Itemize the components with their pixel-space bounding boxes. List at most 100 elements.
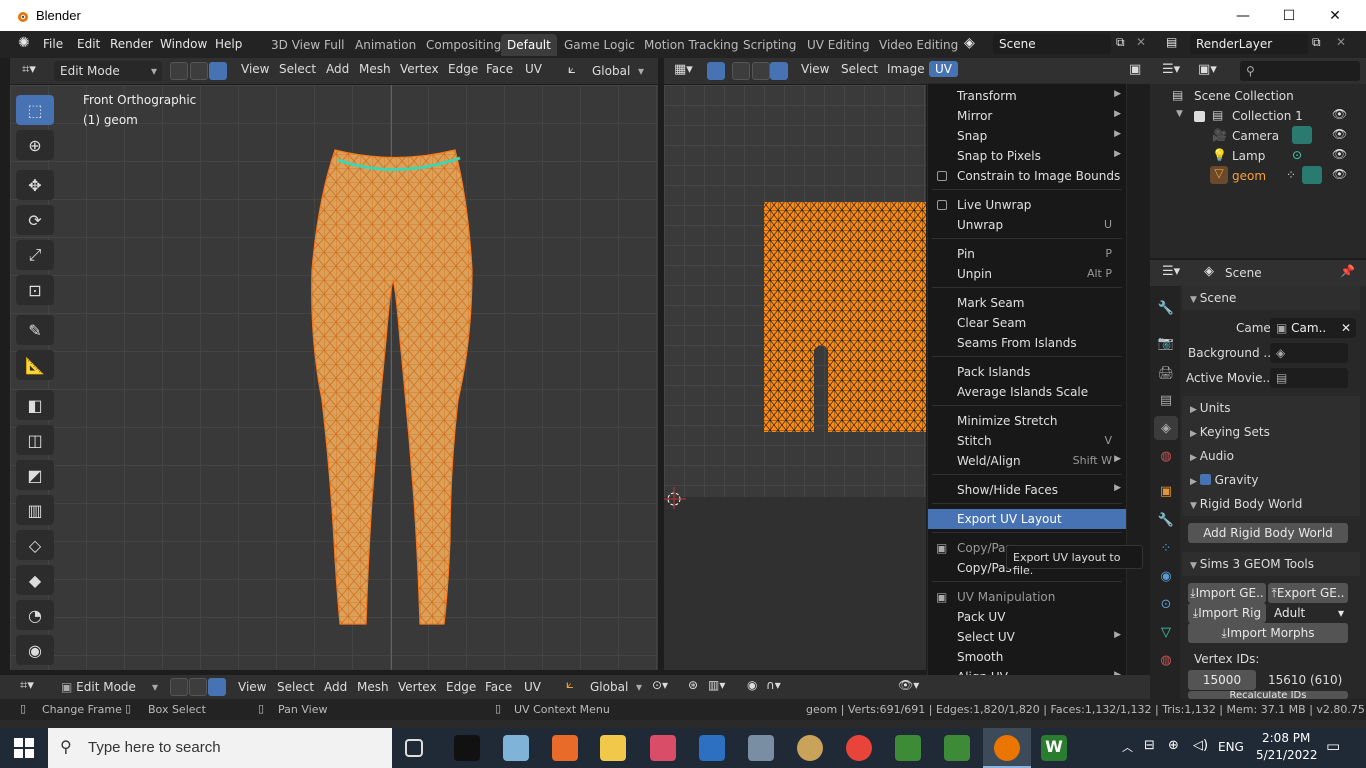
constraints-tab-icon[interactable]: ⊙	[1154, 592, 1178, 616]
background-field[interactable]: ◈	[1270, 343, 1348, 363]
camera-field[interactable]: ▣ Cam.. ✕	[1270, 318, 1356, 338]
face-select-icon[interactable]	[209, 62, 227, 80]
menu-show-hide-faces[interactable]: Show/Hide Faces ▶	[928, 480, 1126, 500]
particles-tab-icon[interactable]: ⁘	[1154, 536, 1178, 560]
bottom-menu-vertex[interactable]: Vertex	[398, 680, 437, 694]
uv-islands[interactable]	[762, 200, 926, 432]
bottom-menu-face[interactable]: Face	[485, 680, 512, 694]
outliner-row-collection-1[interactable]: ▼ ▤ Collection 1 👁	[1150, 106, 1366, 126]
maximize-button[interactable]: ☐	[1266, 0, 1312, 31]
sims-app-icon[interactable]	[895, 735, 921, 761]
import-rig-button[interactable]: ⤓ Import Rig	[1188, 603, 1266, 623]
bottom-orientation-select[interactable]: Global ▾	[584, 677, 644, 697]
knife-tool-icon[interactable]: ◇	[16, 530, 54, 560]
audio-panel[interactable]: ▶ Audio	[1182, 444, 1360, 468]
uv-menu-select[interactable]: Select	[841, 62, 878, 76]
output-tab-icon[interactable]: 🖨	[1154, 361, 1178, 385]
bottom-menu-mesh[interactable]: Mesh	[357, 680, 389, 694]
renderlayer-icon[interactable]: ▤	[1166, 35, 1177, 49]
view3d-menu-edge[interactable]: Edge	[448, 62, 478, 76]
sims-geom-panel[interactable]: ▼ Sims 3 GEOM Tools	[1182, 552, 1360, 576]
snap-target-icon[interactable]: ▥▾	[708, 678, 725, 692]
blender-taskbar-button[interactable]	[983, 728, 1031, 768]
view3d-menu-select[interactable]: Select	[279, 62, 316, 76]
uv-menu-image[interactable]: Image	[887, 62, 925, 76]
mesh-data-icon[interactable]	[1302, 166, 1322, 184]
menu-export-uv-layout[interactable]: Export UV Layout	[928, 509, 1126, 529]
uv-edge-select-icon[interactable]	[752, 62, 770, 80]
scene-field[interactable]: Scene	[993, 34, 1111, 54]
volume-icon[interactable]: ◁)	[1193, 738, 1208, 753]
render-tab-icon[interactable]: 📷	[1154, 331, 1178, 355]
menu-snap[interactable]: Snap ▶	[928, 126, 1126, 146]
uv-sync-icon[interactable]	[707, 62, 725, 80]
physics-tab-icon[interactable]: ◉	[1154, 564, 1178, 588]
world-tab-icon[interactable]: ◍	[1154, 444, 1178, 468]
scene-tab-icon[interactable]: ◈	[1154, 416, 1178, 440]
smooth-tool-icon[interactable]: ◉	[16, 635, 54, 665]
language-indicator[interactable]: ENG	[1218, 740, 1244, 754]
polybuild-tool-icon[interactable]: ◆	[16, 565, 54, 595]
viewport-visibility-icon[interactable]: 👁▾	[898, 678, 919, 692]
image-icon[interactable]: ▣	[1129, 62, 1141, 77]
menu-clear-seam[interactable]: Clear Seam	[928, 313, 1126, 333]
uv-viewport[interactable]	[664, 85, 926, 670]
notepad-app-icon[interactable]	[503, 735, 529, 761]
light-data-icon[interactable]: ⊙	[1292, 148, 1302, 162]
menu-edit[interactable]: Edit	[77, 37, 100, 51]
bottom-mode-select[interactable]: ▣ Edit Mode ▾	[55, 677, 163, 697]
gravity-checkbox-icon[interactable]	[1199, 474, 1211, 485]
view3d-menu-vertex[interactable]: Vertex	[400, 62, 439, 76]
tab-motion-tracking[interactable]: Motion Tracking	[638, 34, 744, 56]
uv-vertex-select-icon[interactable]	[732, 62, 750, 80]
orientation-select[interactable]: Global ▾	[586, 61, 646, 81]
camera-data-icon[interactable]	[1292, 126, 1312, 144]
view3d-menu-face[interactable]: Face	[486, 62, 513, 76]
active-movie-field[interactable]: ▤	[1270, 368, 1348, 388]
keying-sets-panel[interactable]: ▶ Keying Sets	[1182, 420, 1360, 444]
eye-icon[interactable]: 👁	[1332, 167, 1347, 181]
network-icon[interactable]: ⊕	[1168, 738, 1179, 753]
bottom-menu-uv[interactable]: UV	[524, 680, 541, 694]
snap-icon[interactable]: ⊛	[688, 678, 698, 692]
uv-face-select-icon[interactable]	[770, 62, 788, 80]
new-scene-icon[interactable]: ⧉	[1116, 35, 1125, 50]
view3d-menu-mesh[interactable]: Mesh	[359, 62, 391, 76]
rotate-tool-icon[interactable]: ⟳	[16, 205, 54, 235]
menu-minimize-stretch[interactable]: Minimize Stretch	[928, 411, 1126, 431]
tab-scripting[interactable]: Scripting	[737, 34, 802, 56]
spin-tool-icon[interactable]: ◔	[16, 600, 54, 630]
pin-icon[interactable]: 📌	[1340, 264, 1355, 278]
material-tab-icon[interactable]: ◍	[1154, 648, 1178, 672]
edge-select-icon[interactable]	[189, 678, 207, 696]
eye-icon[interactable]: 👁	[1332, 147, 1347, 161]
proportional-edit-icon[interactable]: ◉	[747, 678, 757, 692]
bottom-menu-select[interactable]: Select	[277, 680, 314, 694]
units-panel[interactable]: ▶ Units	[1182, 396, 1360, 420]
uv-cursor-icon[interactable]	[664, 485, 688, 509]
menu-mirror[interactable]: Mirror ▶	[928, 106, 1126, 126]
menu-weld-align[interactable]: Weld/Align Shift W ▶	[928, 451, 1126, 471]
select-box-tool-icon[interactable]: ⬚	[16, 95, 54, 125]
bottom-menu-edge[interactable]: Edge	[446, 680, 476, 694]
delete-renderlayer-icon[interactable]: ✕	[1336, 35, 1346, 49]
editor-type-icon[interactable]: ⌗▾	[20, 678, 34, 693]
task-view-icon[interactable]	[405, 739, 423, 757]
display-mode-icon[interactable]: ▣▾	[1198, 62, 1217, 77]
tool-tab-icon[interactable]: 🔧	[1154, 296, 1178, 320]
tab-default[interactable]: Default	[501, 34, 557, 56]
extrude-tool-icon[interactable]: ◧	[16, 390, 54, 420]
rigid-body-world-panel[interactable]: ▼ Rigid Body World	[1182, 492, 1360, 516]
close-button[interactable]: ✕	[1312, 0, 1358, 31]
scene-panel-header[interactable]: ▼ Scene	[1182, 286, 1360, 310]
viewport-3d[interactable]: Front Orthographic (1) geom ⬚ ⊕ ✥ ⟳ ⤢ ⊡ …	[10, 85, 658, 670]
taskbar-search[interactable]: ⚲ Type here to search	[48, 728, 392, 768]
windows-start-icon[interactable]	[14, 738, 34, 758]
menu-file[interactable]: File	[43, 37, 63, 51]
outliner-row-geom[interactable]: ▽ geom ⁘ 👁	[1150, 166, 1366, 186]
clear-icon[interactable]: ✕	[1341, 321, 1351, 335]
checkbox-icon[interactable]	[1194, 111, 1205, 122]
view3d-menu-view[interactable]: View	[241, 62, 269, 76]
properties-type-icon[interactable]: ☰▾	[1162, 264, 1180, 279]
add-rigid-body-world-button[interactable]: Add Rigid Body World	[1188, 523, 1348, 543]
